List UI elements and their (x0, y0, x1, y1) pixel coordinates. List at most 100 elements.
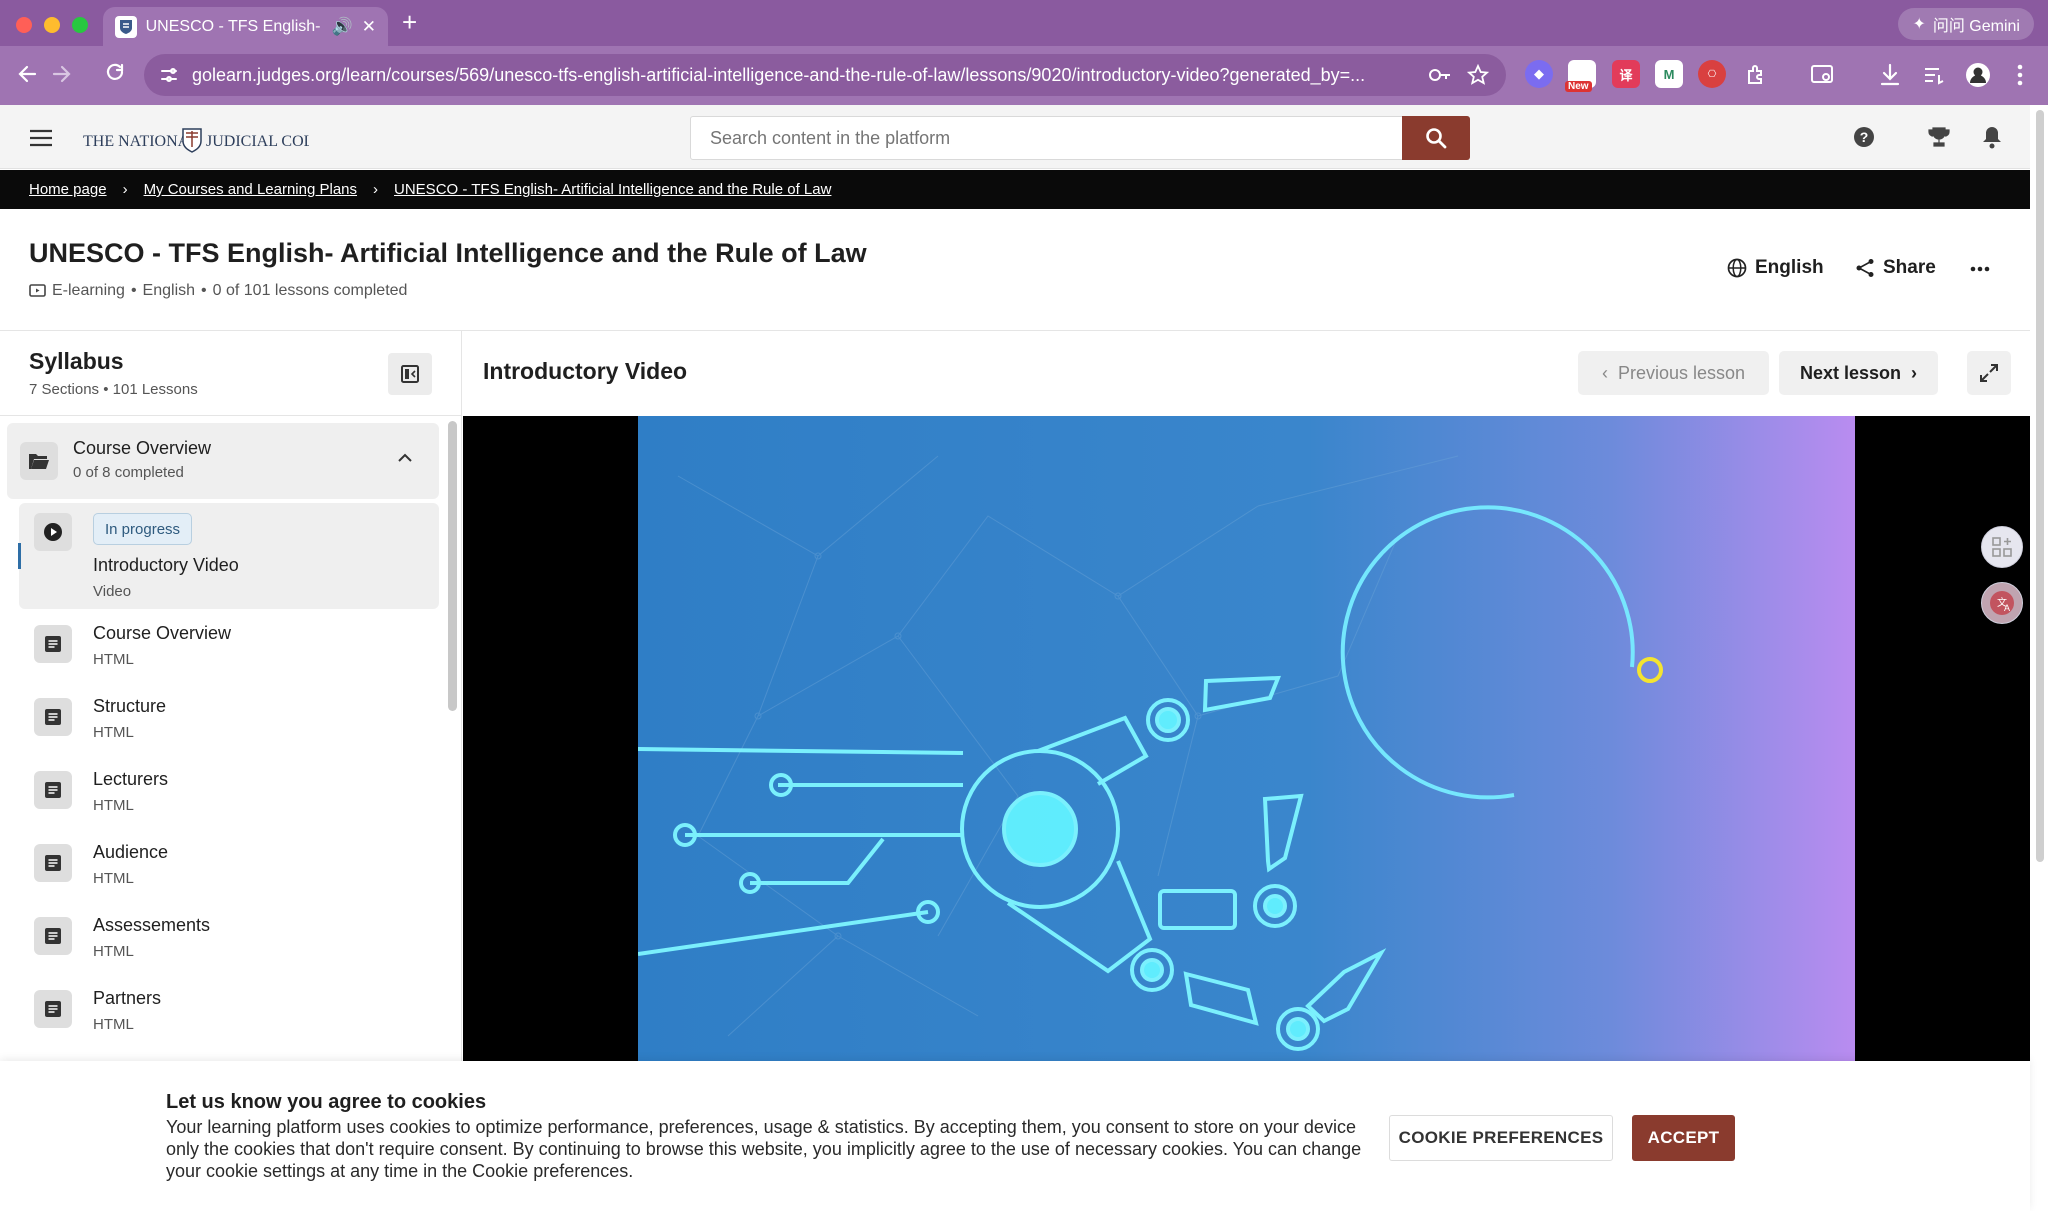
lesson-item-introductory-video[interactable]: In progress Introductory Video Video (18, 503, 439, 609)
password-key-icon[interactable] (1428, 65, 1452, 85)
reload-icon[interactable] (102, 60, 128, 88)
lesson-item-assessements[interactable]: Assessements HTML (19, 907, 439, 979)
lessons-count: 101 Lessons (112, 381, 198, 398)
new-tab-button[interactable]: + (402, 9, 417, 35)
section-course-overview[interactable]: Course Overview 0 of 8 completed (7, 423, 439, 499)
meta-separator: • (130, 282, 137, 299)
browser-toolbar: golearn.judges.org/learn/courses/569/une… (0, 46, 2048, 105)
next-lesson-label: Next lesson (1799, 362, 1902, 383)
ai-circuit-illustration (638, 455, 1663, 1051)
elearning-icon (29, 283, 46, 297)
forward-icon[interactable] (48, 60, 74, 88)
lesson-item-audience[interactable]: Audience HTML (19, 834, 439, 906)
site-settings-icon[interactable] (160, 66, 178, 84)
notifications-bell-icon[interactable] (1981, 125, 2003, 149)
cookie-banner: Let us know you agree to cookies Your le… (0, 1061, 2030, 1211)
breadcrumb-course-link[interactable]: UNESCO - TFS English- Artificial Intelli… (394, 181, 831, 198)
sidebar-scrollbar[interactable] (448, 421, 457, 711)
lesson-header: Introductory Video ‹ Previous lesson Nex… (463, 331, 2030, 416)
course-title: UNESCO - TFS English- Artificial Intelli… (29, 238, 867, 268)
more-options-icon[interactable] (1970, 266, 1990, 272)
lesson-item-course-overview[interactable]: Course Overview HTML (19, 615, 439, 687)
help-icon[interactable]: ? (1853, 126, 1875, 148)
apps-add-floating-button[interactable] (1981, 526, 2023, 568)
globe-icon (1727, 258, 1747, 278)
breadcrumb: Home page › My Courses and Learning Plan… (0, 170, 2030, 209)
language-button[interactable]: English (1727, 257, 1824, 279)
minimize-window-button[interactable] (44, 17, 60, 33)
lesson-type: HTML (93, 1016, 134, 1033)
next-lesson-button[interactable]: Next lesson › (1779, 351, 1938, 395)
breadcrumb-my-courses-link[interactable]: My Courses and Learning Plans (144, 181, 357, 198)
hamburger-menu-icon[interactable] (29, 129, 53, 147)
search-icon (1426, 128, 1447, 149)
gemini-button[interactable]: ✦ 问问 Gemini (1898, 8, 2034, 40)
search-input[interactable] (691, 117, 1391, 159)
svg-text:THE NATIONAL: THE NATIONAL (83, 133, 199, 150)
extension-translate-icon[interactable]: 译 (1612, 60, 1640, 88)
lesson-type: HTML (93, 651, 134, 668)
extension-ai-icon[interactable]: ◆ (1525, 60, 1553, 88)
document-icon (34, 990, 72, 1028)
section-title: Course Overview (73, 438, 212, 458)
browser-tabstrip: UNESCO - TFS English- A 🔊 ✕ + ✦ 问问 Gemin… (0, 0, 2048, 46)
lesson-title: Structure (93, 696, 167, 716)
status-badge: In progress (93, 513, 193, 545)
trophy-icon[interactable] (1927, 125, 1951, 149)
site-favicon-icon (115, 15, 137, 38)
cookie-title: Let us know you agree to cookies (166, 1091, 487, 1113)
site-logo[interactable]: THE NATIONAL JUDICIAL COLLEGE (83, 123, 309, 157)
previous-lesson-button[interactable]: ‹ Previous lesson (1578, 351, 1769, 395)
address-bar[interactable]: golearn.judges.org/learn/courses/569/une… (144, 54, 1506, 96)
extension-new-icon[interactable]: New (1565, 60, 1596, 92)
audio-playing-icon[interactable]: 🔊 (332, 17, 353, 37)
document-icon (34, 917, 72, 955)
search-button[interactable] (1402, 116, 1470, 160)
cookie-text: Your learning platform uses cookies to o… (166, 1117, 1362, 1181)
language-label: English (1755, 257, 1824, 278)
translate-floating-button[interactable]: 文A (1981, 582, 2023, 624)
chevron-up-icon[interactable] (397, 453, 413, 463)
lesson-item-structure[interactable]: Structure HTML (19, 688, 439, 760)
reading-list-icon[interactable] (1922, 63, 1946, 87)
svg-text:JUDICIAL COLLEGE: JUDICIAL COLLEGE (206, 133, 309, 150)
fullscreen-button[interactable] (1967, 351, 2011, 395)
collapse-sidebar-button[interactable] (388, 353, 432, 395)
meta-separator: • (201, 282, 207, 299)
document-icon (34, 625, 72, 663)
browser-tab[interactable]: UNESCO - TFS English- A 🔊 ✕ (103, 7, 388, 46)
lesson-type: Video (93, 583, 132, 600)
bookmark-star-icon[interactable] (1467, 64, 1489, 86)
lesson-title: Course Overview (93, 623, 232, 643)
breadcrumb-home-link[interactable]: Home page (29, 181, 107, 198)
chevron-right-icon: › (1911, 362, 1918, 383)
cookie-preferences-button[interactable]: COOKIE PREFERENCES (1389, 1115, 1613, 1161)
video-frame[interactable] (638, 416, 1855, 1061)
share-icon (1856, 259, 1874, 277)
close-tab-icon[interactable]: ✕ (362, 17, 376, 37)
profile-avatar-icon[interactable] (1964, 61, 1992, 89)
lesson-title: Lecturers (93, 769, 169, 789)
syllabus-counts: 7 Sections • 101 Lessons (29, 381, 198, 398)
download-icon[interactable] (1878, 62, 1902, 88)
lesson-heading: Introductory Video (483, 358, 688, 384)
syllabus-sidebar: Syllabus 7 Sections • 101 Lessons Course… (0, 331, 462, 1061)
extension-pdf-icon[interactable]: ⎔ (1698, 60, 1726, 88)
extensions-puzzle-icon[interactable] (1745, 63, 1769, 87)
course-header: UNESCO - TFS English- Artificial Intelli… (0, 209, 2030, 331)
search-box (690, 116, 1470, 160)
course-meta: E-learning • English • 0 of 101 lessons … (29, 282, 407, 300)
extension-m-icon[interactable]: M (1655, 60, 1683, 88)
expand-icon (1980, 364, 1998, 382)
lesson-item-partners[interactable]: Partners HTML (19, 980, 439, 1052)
page-scrollbar[interactable] (2036, 110, 2044, 862)
accept-cookies-button[interactable]: ACCEPT (1632, 1115, 1735, 1161)
maximize-window-button[interactable] (72, 17, 88, 33)
back-icon[interactable] (15, 60, 41, 88)
close-window-button[interactable] (16, 17, 32, 33)
lesson-item-lecturers[interactable]: Lecturers HTML (19, 761, 439, 833)
browser-menu-icon[interactable] (2015, 62, 2025, 88)
share-button[interactable]: Share (1855, 257, 1936, 279)
tab-search-icon[interactable] (1810, 63, 1836, 87)
video-player[interactable]: 文A (463, 416, 2030, 1061)
